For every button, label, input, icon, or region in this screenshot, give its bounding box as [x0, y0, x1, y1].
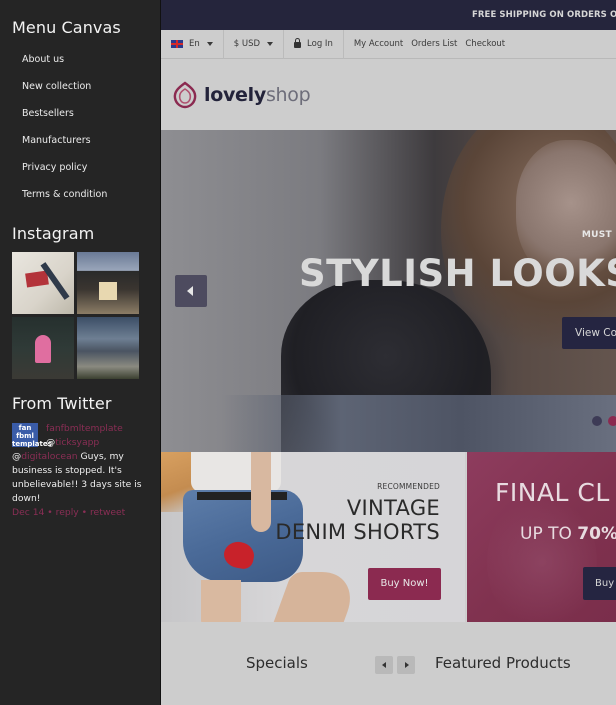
instagram-photo[interactable] [12, 317, 74, 379]
clearance-buy-button[interactable]: Buy N [583, 567, 616, 600]
banner-image-man [487, 492, 597, 622]
instagram-title: Instagram [12, 224, 95, 243]
sidebar-menu: About us New collection Bestsellers Manu… [22, 52, 107, 214]
tweet: fan fbml templates fanfbmltemplate @tick… [12, 422, 152, 520]
tweet-reply-link[interactable]: reply [56, 507, 79, 518]
account-links: My Account Orders List Checkout [344, 30, 509, 59]
clearance-discount: 70% [577, 524, 616, 544]
hero-image-denim [221, 395, 616, 452]
instagram-photo[interactable] [77, 317, 139, 379]
instagram-photo[interactable] [77, 252, 139, 314]
main-page: FREE SHIPPING ON ORDERS OVER En $ USD Lo… [161, 0, 616, 705]
banner-title: VINTAGE DENIM SHORTS [275, 496, 440, 544]
language-selector[interactable]: En [161, 29, 224, 59]
sidebar-item-new-collection[interactable]: New collection [22, 79, 107, 106]
currency-selector[interactable]: $ USD [224, 29, 285, 59]
sidebar-item-terms[interactable]: Terms & condition [22, 187, 107, 214]
sidebar-item-bestsellers[interactable]: Bestsellers [22, 106, 107, 133]
tweet-at: @ [12, 451, 22, 462]
logo-bold: lovely [204, 83, 266, 106]
clearance-sub-prefix: UP TO [520, 524, 578, 544]
login-button[interactable]: Log In [284, 29, 344, 59]
twitter-avatar[interactable]: fan fbml templates [12, 423, 52, 448]
chevron-down-icon [267, 42, 274, 46]
sidebar-item-about-us[interactable]: About us [22, 52, 107, 79]
tab-specials[interactable]: Specials [246, 654, 308, 672]
logo-light: shop [265, 83, 311, 106]
tweet-retweet-link[interactable]: retweet [90, 507, 125, 518]
checkout-link[interactable]: Checkout [461, 30, 509, 59]
slider-prev-button[interactable] [175, 275, 207, 307]
banner-image-leg [201, 580, 241, 622]
tab-featured-products[interactable]: Featured Products [435, 654, 571, 672]
product-sections-header: Specials Featured Products [161, 622, 616, 705]
view-collection-button[interactable]: View Co [562, 317, 616, 349]
menu-canvas-title: Menu Canvas [12, 18, 121, 37]
orders-list-link[interactable]: Orders List [407, 30, 461, 59]
clearance-subtitle: UP TO 70% [520, 524, 616, 544]
tweet-date-link[interactable]: Dec 14 [12, 507, 44, 518]
tweet-meta: Dec 14 • reply • retweet [12, 506, 152, 520]
currency-label: $ USD [233, 39, 261, 49]
hero-subtitle: MUST [581, 230, 612, 240]
promo-bar: FREE SHIPPING ON ORDERS OVER [161, 0, 616, 30]
tweet-author-link[interactable]: fanfbmltemplate [46, 423, 123, 434]
tweet-mention-ticksyapp[interactable]: ticksyapp [55, 437, 99, 448]
carousel-next-button[interactable] [397, 656, 415, 674]
language-label: En [189, 39, 200, 49]
twitter-title: From Twitter [12, 394, 112, 413]
page-root: Menu Canvas About us New collection Best… [0, 0, 616, 705]
logo-icon[interactable] [172, 81, 198, 109]
my-account-link[interactable]: My Account [350, 30, 407, 59]
separator: • [44, 507, 56, 518]
slider-dot-active[interactable] [608, 416, 616, 426]
logo-row: lovelyshop [161, 59, 616, 130]
logo-wordmark[interactable]: lovelyshop [204, 83, 311, 106]
instagram-grid [12, 252, 140, 379]
promo-text: FREE SHIPPING ON ORDERS OVER [472, 10, 616, 20]
tweet-mention-digitalocean[interactable]: digitalocean [21, 451, 77, 462]
offcanvas-sidebar: Menu Canvas About us New collection Best… [0, 0, 161, 705]
chevron-down-icon [206, 42, 213, 46]
banner-title-line1: VINTAGE [346, 496, 440, 520]
carousel-prev-button[interactable] [375, 656, 393, 674]
banner-title-line2: DENIM SHORTS [275, 520, 440, 544]
instagram-photo[interactable] [12, 252, 74, 314]
sidebar-item-manufacturers[interactable]: Manufacturers [22, 133, 107, 160]
sidebar-item-privacy-policy[interactable]: Privacy policy [22, 160, 107, 187]
tweet-at: @ [46, 437, 56, 448]
denim-shorts-banner: RECOMMENDED VINTAGE DENIM SHORTS Buy Now… [161, 452, 465, 622]
hero-slider: MUST STYLISH LOOKS View Co [161, 130, 616, 452]
clearance-title: FINAL CL [495, 478, 610, 507]
slider-dot[interactable] [592, 416, 602, 426]
hero-title: STYLISH LOOKS [299, 252, 616, 295]
login-label: Log In [307, 39, 333, 49]
final-clearance-banner: FINAL CL UP TO 70% Buy N [466, 452, 616, 622]
top-nav: En $ USD Log In My Account Orders List C… [161, 29, 616, 59]
lock-icon [294, 38, 302, 48]
separator: • [78, 507, 90, 518]
banner-kicker: RECOMMENDED [377, 482, 440, 491]
uk-flag-icon [171, 40, 183, 48]
banner-image-belt [197, 492, 287, 500]
buy-now-button[interactable]: Buy Now! [368, 568, 441, 600]
banner-image-arm [251, 452, 271, 532]
